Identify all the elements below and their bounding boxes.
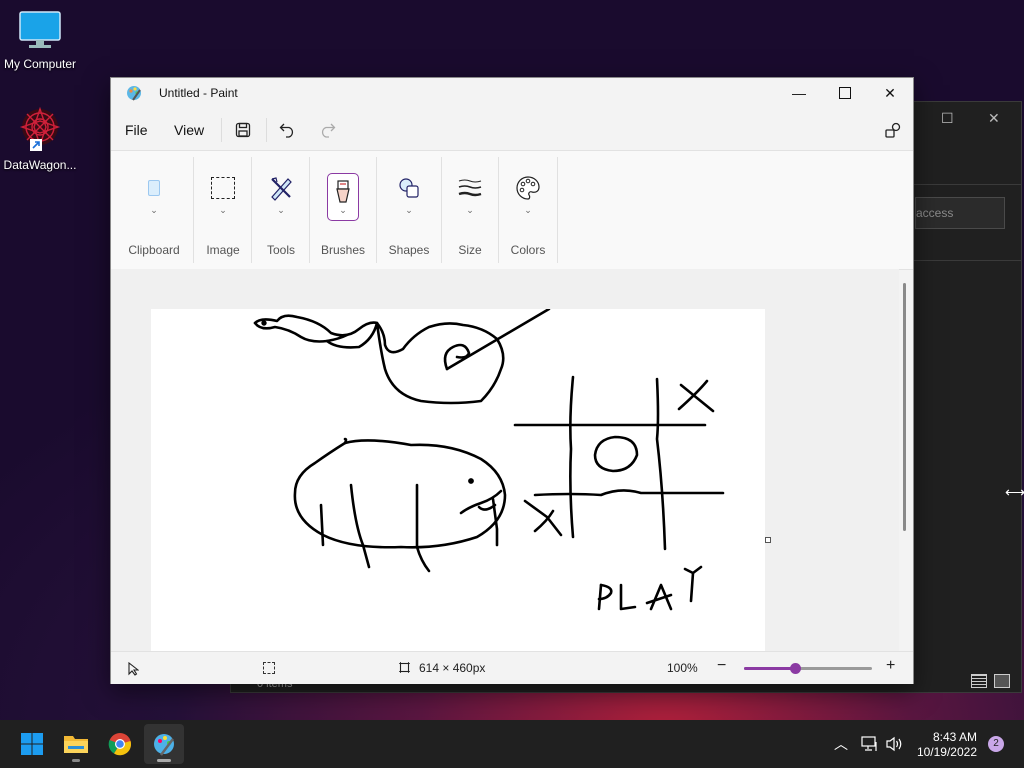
paint-icon: [154, 734, 174, 756]
clock-date: 10/19/2022: [916, 745, 977, 759]
zoom-slider-fill: [744, 667, 796, 670]
start-button[interactable]: [12, 724, 52, 764]
volume-icon[interactable]: [885, 736, 903, 752]
notification-badge[interactable]: 2: [988, 736, 1004, 752]
chevron-down-icon: ⌄: [524, 205, 532, 215]
network-icon[interactable]: [861, 736, 879, 752]
selection-size-icon: [263, 662, 275, 674]
ribbon-group-label: Brushes: [320, 243, 366, 257]
ribbon-group-label: Colors: [510, 243, 546, 257]
ribbon-group-label: Image: [206, 243, 240, 257]
canvas-workspace[interactable]: [111, 269, 899, 651]
ribbon-group-brushes[interactable]: ⌄ Brushes: [311, 151, 375, 269]
redo-button[interactable]: [315, 118, 339, 142]
undo-icon: [279, 123, 294, 138]
monitor-icon: [19, 11, 61, 48]
brush-icon: [328, 177, 358, 207]
file-explorer-icon: [64, 736, 88, 753]
minimize-button[interactable]: —: [776, 78, 822, 108]
maximize-icon: [839, 87, 851, 99]
search-input[interactable]: access: [915, 197, 1005, 229]
ribbon-group-image[interactable]: ⌄ Image: [195, 151, 251, 269]
taskbar-file-explorer[interactable]: [56, 724, 96, 764]
desktop-icon-my-computer[interactable]: My Computer: [0, 10, 80, 71]
ribbon-group-colors[interactable]: ⌄ Colors: [500, 151, 556, 269]
zoom-slider[interactable]: [744, 663, 872, 674]
menu-view[interactable]: View: [174, 122, 204, 138]
resize-cursor-icon: ⟷: [1005, 484, 1024, 500]
freehand-drawing: [253, 309, 725, 611]
save-icon: [235, 122, 251, 138]
clock-time: 8:43 AM: [932, 730, 977, 744]
title-bar[interactable]: Untitled - Paint — ✕: [111, 78, 913, 108]
show-hidden-icons-button[interactable]: ︿: [834, 734, 848, 754]
palette-icon: [513, 173, 543, 203]
chevron-down-icon: ⌄: [405, 205, 413, 215]
chevron-down-icon: ⌄: [150, 205, 158, 215]
menu-file[interactable]: File: [125, 122, 148, 138]
ribbon-group-label: Clipboard: [128, 243, 180, 257]
maximize-button[interactable]: [822, 78, 868, 108]
chevron-down-icon: ⌄: [219, 205, 227, 215]
chevron-down-icon: ⌄: [339, 205, 347, 215]
vertical-scrollbar[interactable]: [903, 283, 906, 531]
undo-button[interactable]: [276, 118, 300, 142]
clipboard-icon: [139, 173, 169, 203]
save-button[interactable]: [231, 118, 255, 142]
start-icon: [21, 733, 43, 755]
paint-app-icon: [127, 86, 141, 101]
status-bar: 614 × 460px 100% − +: [111, 651, 913, 684]
taskbar: ︿ 8:43 AM 10/19/2022: [0, 720, 1024, 768]
ribbon-group-size[interactable]: ⌄ Size: [443, 151, 497, 269]
zoom-in-button[interactable]: +: [886, 657, 895, 675]
ribbon-group-label: Shapes: [388, 243, 430, 257]
maximize-icon[interactable]: ☐: [941, 110, 954, 127]
settings-button[interactable]: [881, 118, 905, 142]
ribbon-toolbar: ⌄ Clipboard ⌄ Image ⌄ Tools ⌄ Brushes ⌄ …: [111, 150, 913, 270]
drawing-canvas[interactable]: [151, 309, 765, 651]
zoom-slider-thumb[interactable]: [790, 663, 802, 674]
ribbon-group-clipboard[interactable]: ⌄ Clipboard: [115, 151, 193, 269]
chevron-down-icon: ⌄: [466, 205, 474, 215]
tiles-view-icon[interactable]: [994, 674, 1010, 688]
close-button[interactable]: ✕: [867, 78, 913, 108]
taskbar-chrome[interactable]: [100, 724, 140, 764]
canvas-size-text: 614 × 460px: [419, 661, 486, 675]
ribbon-group-shapes[interactable]: ⌄ Shapes: [378, 151, 440, 269]
window-title: Untitled - Paint: [159, 86, 238, 100]
pointer-position-icon: [128, 662, 139, 676]
ribbon-group-tools[interactable]: ⌄ Tools: [253, 151, 309, 269]
zoom-level[interactable]: 100%: [667, 661, 698, 675]
selection-icon: [208, 173, 238, 203]
canvas-size-icon: [399, 662, 410, 673]
shapes-icon: [394, 173, 424, 203]
menu-bar: File View: [111, 112, 913, 148]
running-indicator: [72, 759, 80, 762]
system-clock[interactable]: 8:43 AM 10/19/2022: [912, 730, 977, 760]
ribbon-group-label: Tools: [266, 243, 295, 257]
chevron-down-icon: ⌄: [277, 205, 285, 215]
search-placeholder: access: [916, 206, 954, 220]
paint-window[interactable]: Untitled - Paint — ✕ File View ⌄ Clipboa…: [110, 77, 914, 684]
canvas-resize-handle[interactable]: [765, 537, 771, 543]
redo-icon: [321, 123, 336, 138]
zoom-out-button[interactable]: −: [717, 657, 726, 675]
close-icon: ✕: [884, 84, 896, 101]
tools-icon: [266, 173, 296, 203]
desktop-icon-label: DataWagon...: [3, 158, 77, 172]
running-indicator: [157, 759, 171, 762]
desktop-icon-datawagon[interactable]: DataWagon...: [0, 105, 80, 172]
ribbon-group-label: Size: [458, 243, 482, 257]
minimize-icon: —: [792, 85, 806, 101]
desktop-icon-label: My Computer: [3, 57, 77, 71]
datawagon-app-icon: [19, 106, 61, 151]
chrome-icon: [108, 733, 132, 756]
taskbar-paint[interactable]: [144, 724, 184, 764]
line-size-icon: [455, 173, 485, 203]
close-icon[interactable]: ✕: [988, 110, 1000, 127]
details-view-icon[interactable]: [971, 674, 987, 688]
settings-icon: [885, 122, 901, 138]
